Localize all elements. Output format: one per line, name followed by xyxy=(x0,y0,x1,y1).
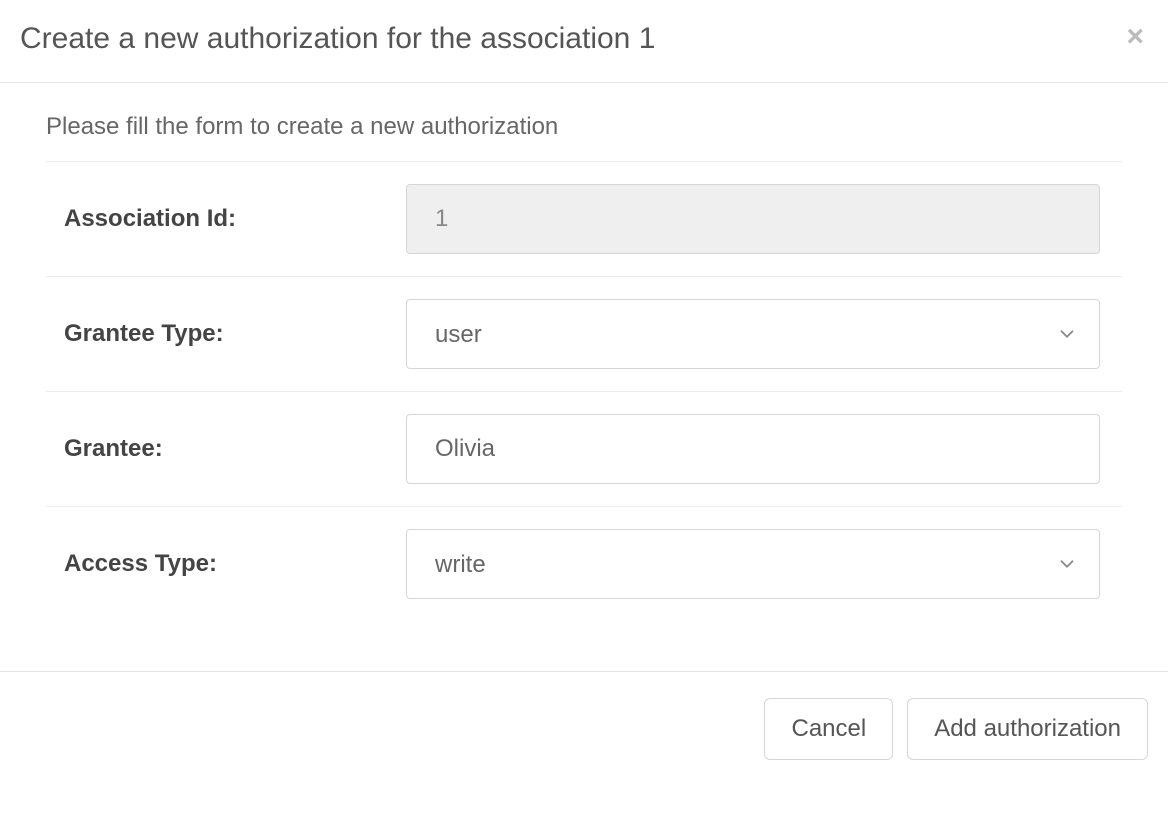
form-instructions: Please fill the form to create a new aut… xyxy=(46,113,1122,162)
modal-footer: Cancel Add authorization xyxy=(0,671,1168,786)
form-row-grantee-type: Grantee Type: user xyxy=(46,277,1122,392)
modal-body: Please fill the form to create a new aut… xyxy=(0,83,1168,671)
cancel-button[interactable]: Cancel xyxy=(764,698,893,760)
form-row-association-id: Association Id: xyxy=(46,162,1122,277)
form-row-access-type: Access Type: write xyxy=(46,507,1122,621)
label-association-id: Association Id: xyxy=(46,205,406,233)
access-type-select-wrap: write xyxy=(406,529,1100,599)
grantee-type-select[interactable]: user xyxy=(406,299,1100,369)
field-association-id xyxy=(406,184,1122,254)
access-type-select[interactable]: write xyxy=(406,529,1100,599)
modal-header: Create a new authorization for the assoc… xyxy=(0,0,1168,83)
grantee-input[interactable] xyxy=(406,414,1100,484)
field-access-type: write xyxy=(406,529,1122,599)
authorization-modal: Create a new authorization for the assoc… xyxy=(0,0,1168,786)
label-grantee-type: Grantee Type: xyxy=(46,320,406,348)
close-button[interactable]: × xyxy=(1122,22,1148,52)
association-id-input xyxy=(406,184,1100,254)
modal-title: Create a new authorization for the assoc… xyxy=(20,22,655,56)
close-icon: × xyxy=(1126,20,1144,53)
form-row-grantee: Grantee: xyxy=(46,392,1122,507)
label-grantee: Grantee: xyxy=(46,435,406,463)
field-grantee-type: user xyxy=(406,299,1122,369)
label-access-type: Access Type: xyxy=(46,550,406,578)
grantee-type-select-wrap: user xyxy=(406,299,1100,369)
add-authorization-button[interactable]: Add authorization xyxy=(907,698,1148,760)
field-grantee xyxy=(406,414,1122,484)
